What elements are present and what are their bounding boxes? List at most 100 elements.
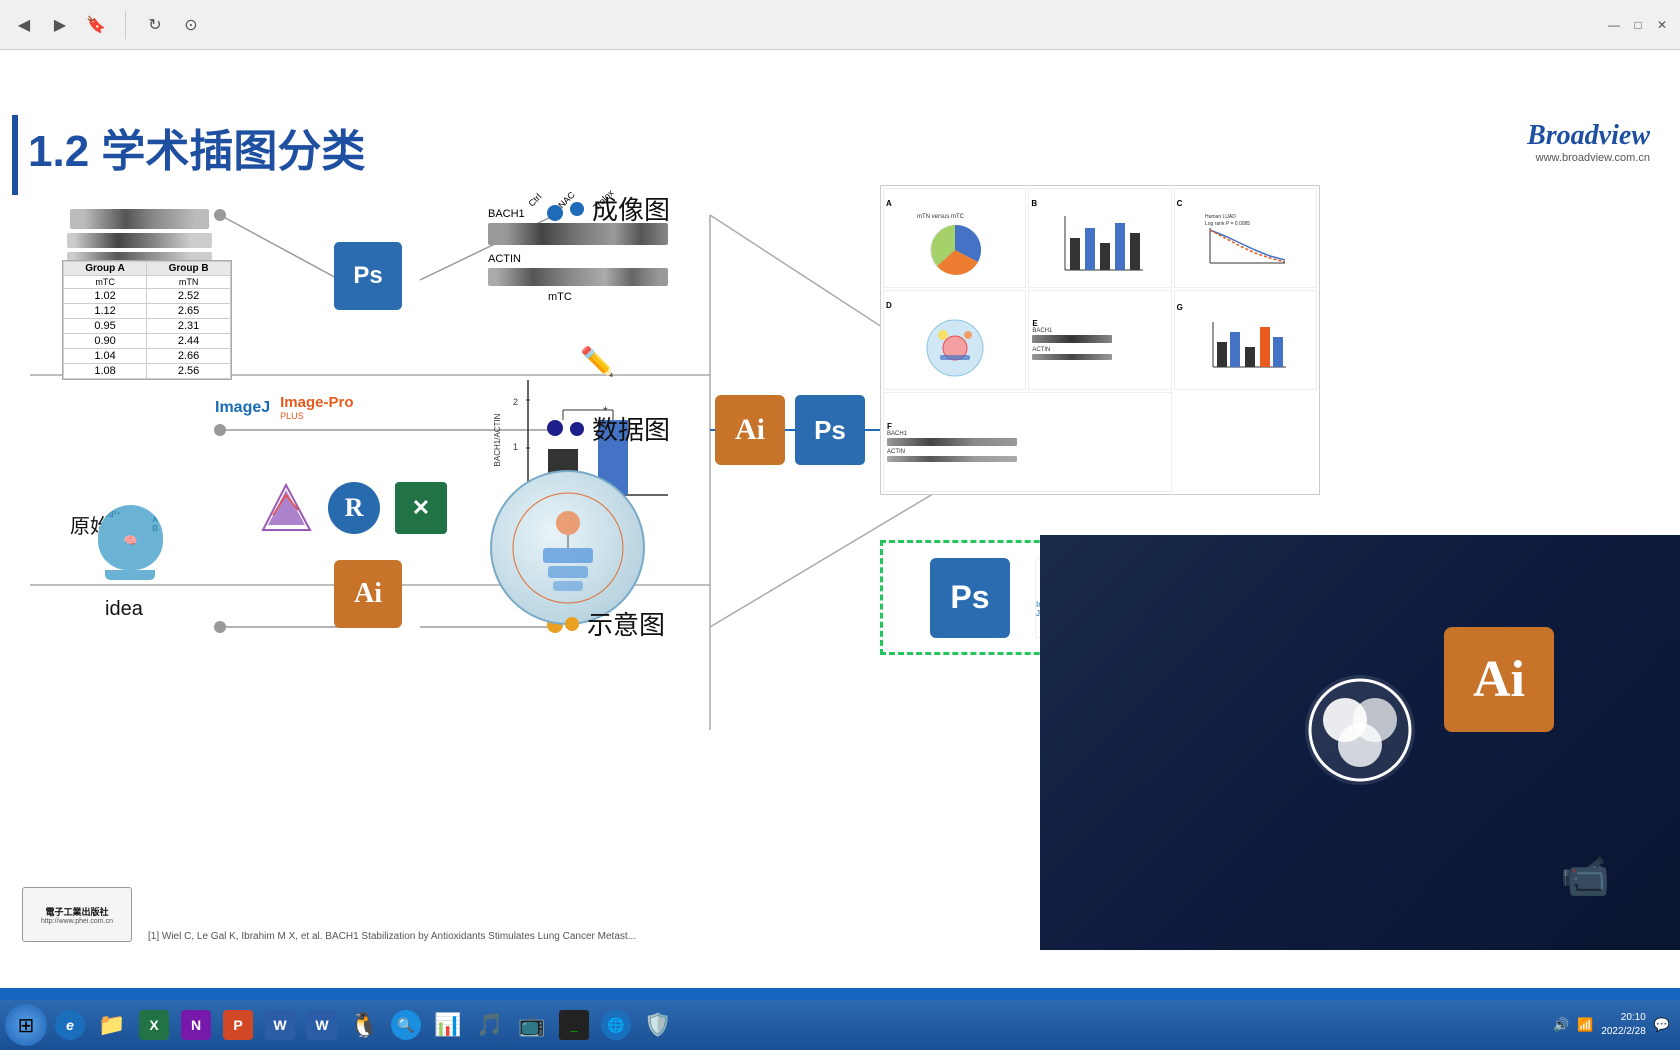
- table-row: 1.04: [64, 349, 147, 364]
- table-subheader-mtn: mTN: [147, 276, 231, 289]
- maximize-button[interactable]: □: [1630, 17, 1646, 33]
- dot-blue-chengxiang: [570, 202, 584, 216]
- publisher-seal: 電子工業出版社 http://www.phei.com.cn: [22, 887, 132, 942]
- schematic-diagram: [490, 470, 645, 625]
- chengxiangtu-text: 成像图: [592, 190, 670, 227]
- table-row: 1.08: [64, 364, 147, 379]
- table-row: 0.95: [64, 319, 147, 334]
- idea-icon: Cd²⁺ AB 🧠: [98, 505, 173, 585]
- bookmark-button[interactable]: 🔖: [82, 11, 110, 39]
- panel-g-svg: [1203, 312, 1288, 377]
- taskbar-security[interactable]: 🛡️: [638, 1005, 678, 1045]
- wb-mtc-label: mTC: [548, 291, 668, 303]
- shiyitu-text: 示意图: [587, 605, 665, 642]
- data-table: Group A Group B mTC mTN 1.022.52 1.122.6…: [62, 260, 232, 380]
- svg-text:Human LUAD: Human LUAD: [1205, 214, 1236, 220]
- slide-bottom-bar: [0, 988, 1680, 1000]
- panel-d: D: [883, 290, 1026, 390]
- taskbar-clock: 20:10 2022/2/28: [1601, 1011, 1646, 1039]
- panel-e-bach1: BACH1: [1032, 328, 1052, 334]
- taskbar-video[interactable]: 📺: [512, 1005, 552, 1045]
- table-row: 1.02: [64, 289, 147, 304]
- taskbar-music[interactable]: 🎵: [470, 1005, 510, 1045]
- taskbar-ie[interactable]: e: [50, 1005, 90, 1045]
- svg-text:Log rank P = 0.0085: Log rank P = 0.0085: [1205, 221, 1250, 227]
- taskbar-apps: e 📁 X N P W W 🐧 🔍: [50, 1005, 678, 1045]
- taskbar-ppt[interactable]: P: [218, 1005, 258, 1045]
- excel-label: ✕: [412, 495, 430, 521]
- complex-figure-panel: A mTN versus mTC B: [880, 185, 1320, 495]
- taskbar-search[interactable]: 🔍: [386, 1005, 426, 1045]
- taskbar-penguin[interactable]: 🐧: [344, 1005, 384, 1045]
- table-subheader-mtc: mTC: [64, 276, 147, 289]
- ai-large-icon: Ai: [1444, 627, 1554, 732]
- refresh-button[interactable]: ↻: [141, 11, 169, 39]
- r-icon[interactable]: R: [328, 482, 380, 534]
- dot-orange-shiyitu: [565, 617, 579, 631]
- taskbar-notification[interactable]: 💬: [1654, 1017, 1670, 1033]
- label-shiyitu: 示意图: [565, 605, 665, 642]
- photoshop-icon-top[interactable]: Ps: [334, 242, 402, 310]
- panel-a: A mTN versus mTC: [883, 188, 1026, 288]
- panel-e-band2: [1032, 354, 1112, 360]
- taskbar-volume[interactable]: 🔊: [1553, 1017, 1569, 1033]
- refresh-nav: ↻ ⊙: [141, 11, 205, 39]
- start-button[interactable]: ⊞: [5, 1004, 47, 1046]
- taskbar-excel[interactable]: X: [134, 1005, 174, 1045]
- table-header-group-a: Group A: [64, 262, 147, 276]
- obs-logo-svg: [1295, 665, 1425, 795]
- close-button[interactable]: ✕: [1654, 17, 1670, 33]
- ps-label-right: Ps: [814, 415, 846, 446]
- slide-area: 1.2 学术插图分类 Broadview www.broadview.com.c…: [0, 50, 1680, 1000]
- panel-f: F BACH1 ACTIN: [883, 392, 1172, 492]
- taskbar-word1[interactable]: W: [260, 1005, 300, 1045]
- taskbar-network[interactable]: 📶: [1577, 1017, 1593, 1033]
- svg-text:2: 2: [513, 397, 518, 407]
- publisher-area: 電子工業出版社 http://www.phei.com.cn: [22, 887, 132, 942]
- taskbar-onenote[interactable]: N: [176, 1005, 216, 1045]
- panel-f-band2: [887, 456, 1017, 462]
- ai-icon-left[interactable]: Ai: [334, 560, 402, 628]
- taskbar-word2[interactable]: W: [302, 1005, 342, 1045]
- matlab-icon: [258, 480, 313, 535]
- back-button[interactable]: ◀: [10, 11, 38, 39]
- stop-button[interactable]: ⊙: [177, 11, 205, 39]
- taskbar-right: 🔊 📶 20:10 2022/2/28 💬: [1553, 1011, 1675, 1039]
- ai-label-right: Ai: [735, 413, 765, 447]
- citation-text: [1] Wiel C, Le Gal K, Ibrahim M X, et al…: [148, 931, 1030, 942]
- panel-f-actin: ACTIN: [887, 449, 905, 455]
- taskbar-explorer[interactable]: 📁: [92, 1005, 132, 1045]
- forward-button[interactable]: ▶: [46, 11, 74, 39]
- bottom-tools-row: R ✕: [258, 480, 447, 535]
- imagej-label: ImageJ: [215, 399, 270, 416]
- svg-text:1: 1: [513, 442, 518, 452]
- ps-label-top: Ps: [353, 262, 382, 290]
- shujutu-text: 数据图: [592, 410, 670, 447]
- nav-buttons: ◀ ▶ 🔖: [10, 11, 110, 39]
- panel-e: E BACH1 ACTIN: [1028, 290, 1171, 390]
- panel-a-svg: mTN versus mTC: [915, 208, 995, 278]
- minimize-button[interactable]: —: [1606, 17, 1622, 33]
- table-row: 2.65: [147, 304, 231, 319]
- excel-icon[interactable]: ✕: [395, 482, 447, 534]
- taskbar-chart[interactable]: 📊: [428, 1005, 468, 1045]
- taskbar-browser[interactable]: 🌐: [596, 1005, 636, 1045]
- wb-ctrl: Ctrl: [527, 192, 544, 209]
- title-accent-bar: [12, 115, 18, 195]
- broadview-brand: Broadview: [1527, 120, 1650, 152]
- taskbar-terminal[interactable]: _: [554, 1005, 594, 1045]
- obs-logo-container: [1295, 665, 1425, 795]
- ps-icon-dashed[interactable]: Ps: [930, 558, 1010, 638]
- window-controls: — □ ✕: [1606, 17, 1670, 33]
- label-shujutu: 数据图: [570, 410, 670, 447]
- obs-camera-icon: 📹: [1560, 853, 1610, 900]
- table-row: 2.31: [147, 319, 231, 334]
- ai-icon-right[interactable]: Ai: [715, 395, 785, 465]
- title-bar: ◀ ▶ 🔖 ↻ ⊙ — □ ✕: [0, 0, 1680, 50]
- panel-b-svg: [1055, 208, 1145, 278]
- publisher-name: 電子工業出版社: [45, 905, 108, 918]
- ps-icon-right[interactable]: Ps: [795, 395, 865, 465]
- table-row: 1.12: [64, 304, 147, 319]
- taskbar-date: 2022/2/28: [1601, 1025, 1646, 1039]
- ai-label-left: Ai: [354, 578, 382, 610]
